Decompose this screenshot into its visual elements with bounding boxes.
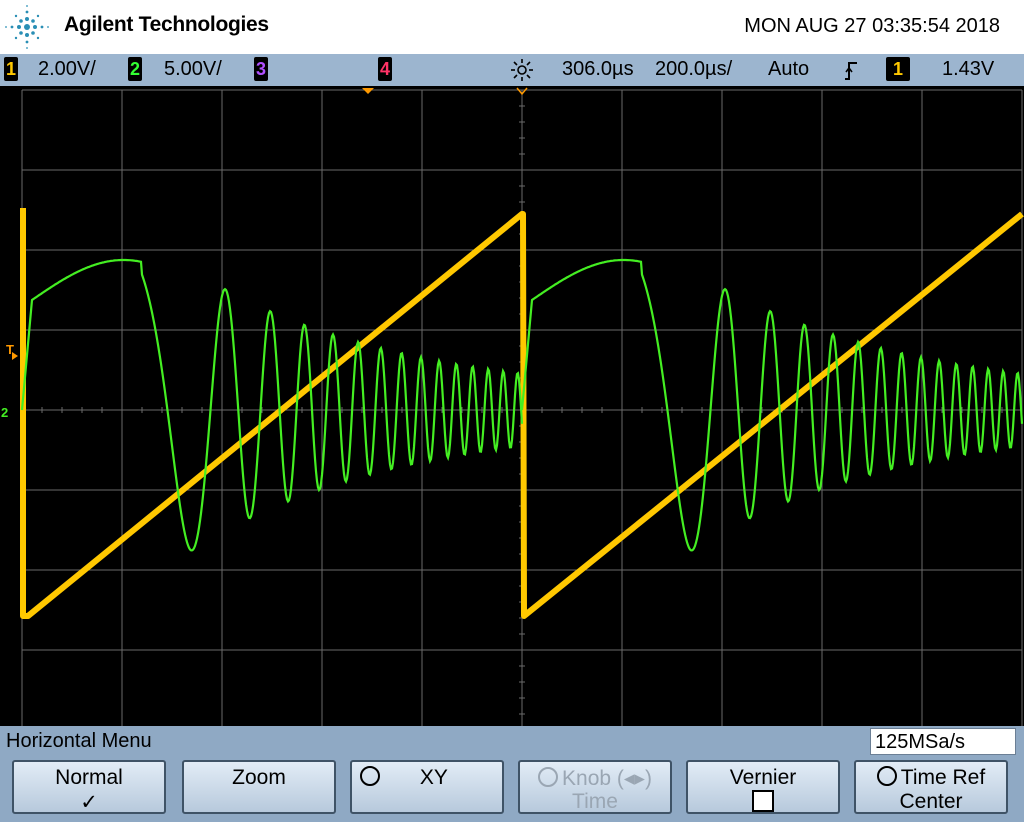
channel-2-trace-period-2 [520, 258, 1024, 552]
softkey-label: Time Ref [900, 766, 986, 789]
softkey-check-icon: ✓ [80, 791, 98, 814]
trigger-position-marker [362, 88, 374, 94]
trigger-mode[interactable]: Auto [768, 58, 809, 81]
zoom-softkey[interactable]: Zoom [182, 760, 336, 814]
header: Agilent Technologies MON AUG 27 03:35:54… [0, 0, 1024, 54]
xy-mode-softkey[interactable]: XY [350, 760, 504, 814]
channel-3-badge[interactable]: 3 [254, 57, 268, 81]
softkey-label: Zoom [232, 766, 286, 789]
vernier-softkey[interactable]: Vernier [686, 760, 840, 814]
softkey-sublabel: Center [899, 790, 963, 813]
horizontal-delay[interactable]: 306.0µs [562, 58, 634, 81]
softkey-label: XY [419, 766, 448, 789]
softkey-sublabel: Time [572, 790, 618, 813]
softkey-label: Knob (◂▸) [562, 767, 652, 790]
brand-name: Agilent Technologies [64, 13, 269, 36]
waveform-graticule [12, 87, 1024, 726]
channel-2-trace-period-1 [20, 258, 524, 552]
softkey-label: Vernier [729, 766, 797, 789]
horizontal-menu: Horizontal Menu 125MSa/s Normal ✓ Zoom X… [0, 726, 1024, 822]
trigger-source-badge[interactable]: 1 [886, 57, 910, 81]
delay-knob-icon [511, 59, 533, 81]
rotate-knob-icon [538, 767, 559, 787]
channel-2-ground-marker[interactable]: 2 [1, 405, 8, 420]
trigger-level[interactable]: 1.43V [942, 58, 994, 81]
channel-1-trace [20, 208, 1024, 619]
time-reference-softkey[interactable]: Time Ref Center [854, 760, 1008, 814]
menu-title: Horizontal Menu [6, 730, 152, 752]
channel-4-badge[interactable]: 4 [378, 57, 392, 81]
rotate-knob-icon [876, 766, 897, 786]
date-time: MON AUG 27 03:35:54 2018 [744, 15, 1000, 37]
rotate-knob-icon [360, 766, 380, 786]
knob-time-softkey: Knob (◂▸) Time [518, 760, 672, 814]
sample-rate-display: 125MSa/s [870, 728, 1016, 755]
channel-1-badge[interactable]: 1 [4, 57, 18, 81]
rising-edge-icon [845, 62, 857, 80]
channel-1-scale[interactable]: 2.00V/ [38, 58, 96, 81]
trigger-level-marker[interactable]: T [6, 342, 14, 357]
softkey-label: Normal [55, 766, 123, 789]
waveform-display[interactable]: T 2 [0, 86, 1024, 726]
channel-2-scale[interactable]: 5.00V/ [164, 58, 222, 81]
channel-2-badge[interactable]: 2 [128, 57, 142, 81]
time-mode-normal-softkey[interactable]: Normal ✓ [12, 760, 166, 814]
vernier-checkbox[interactable] [752, 790, 774, 812]
timebase-scale[interactable]: 200.0µs/ [655, 58, 732, 81]
channel-status-bar: 1 2.00V/ 2 5.00V/ 3 4 306.0µs 200.0µs/ A… [0, 54, 1024, 86]
agilent-spark-logo-icon [5, 5, 49, 49]
